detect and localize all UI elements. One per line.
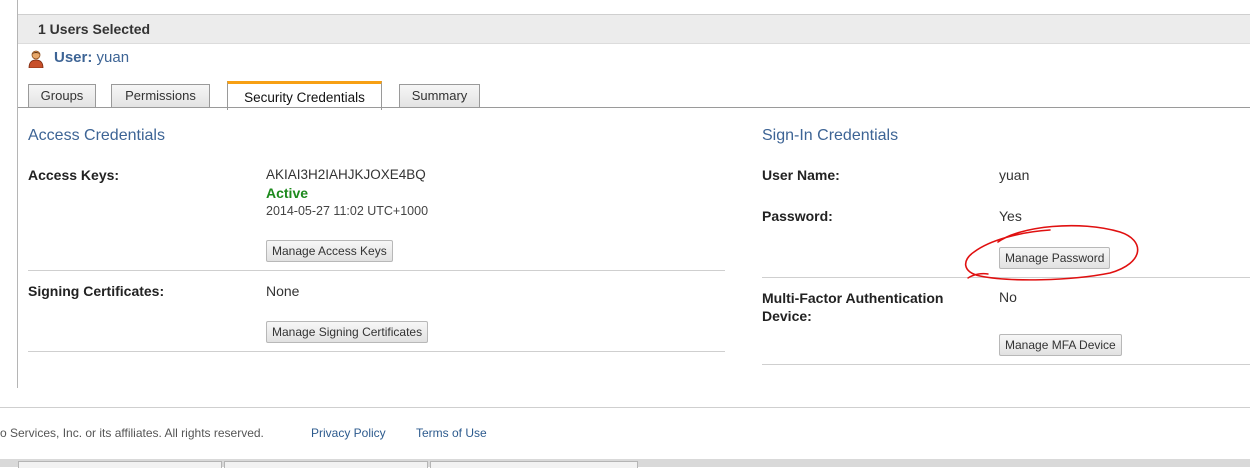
manage-password-button[interactable]: Manage Password [999, 247, 1111, 269]
mfa-label-line2: Device: [762, 308, 812, 324]
password-label: Password: [762, 208, 833, 224]
divider [28, 351, 725, 352]
access-key-status: Active [266, 185, 309, 201]
tab-groups[interactable]: Groups [28, 84, 96, 107]
user-title: User: yuan [54, 49, 129, 66]
divider [762, 277, 1250, 278]
access-keys-label: Access Keys: [28, 167, 120, 183]
mfa-value: No [999, 289, 1017, 305]
user-name-label: User Name: [762, 167, 840, 183]
terms-of-use-link[interactable]: Terms of Use [416, 426, 487, 440]
divider [28, 270, 725, 271]
access-key-created: 2014-05-27 11:02 UTC+1000 [266, 204, 429, 218]
access-credentials-title: Access Credentials [28, 127, 165, 144]
tab-security-credentials[interactable]: Security Credentials [227, 81, 382, 110]
tab-summary[interactable]: Summary [399, 84, 480, 107]
footer-divider [0, 407, 1250, 408]
footer-copyright: o Services, Inc. or its affiliates. All … [0, 426, 264, 440]
selection-header: 1 Users Selected [18, 15, 1250, 44]
user-name-value: yuan [999, 167, 1030, 183]
password-value: Yes [999, 208, 1022, 224]
left-border [17, 0, 18, 388]
signing-certificates-value: None [266, 283, 300, 299]
manage-access-keys-button[interactable]: Manage Access Keys [266, 240, 393, 262]
access-key-id: AKIAI3H2IAHJKJOXE4BQ [266, 167, 426, 182]
tabs-baseline [18, 107, 1250, 108]
user-icon [28, 50, 44, 68]
divider [762, 364, 1250, 365]
user-label: User: [54, 49, 93, 66]
signing-certificates-label: Signing Certificates: [28, 283, 165, 299]
user-name: yuan [96, 49, 130, 66]
manage-signing-certificates-button[interactable]: Manage Signing Certificates [266, 321, 429, 343]
signin-credentials-title: Sign-In Credentials [762, 127, 899, 144]
manage-mfa-device-button[interactable]: Manage MFA Device [999, 334, 1122, 356]
privacy-policy-link[interactable]: Privacy Policy [311, 426, 386, 440]
mfa-label-line1: Multi-Factor Authentication [762, 290, 944, 306]
mfa-label: Multi-Factor Authentication Device: [762, 289, 943, 325]
selected-count-text: 1 Users Selected [38, 21, 151, 37]
tab-permissions[interactable]: Permissions [111, 84, 210, 107]
